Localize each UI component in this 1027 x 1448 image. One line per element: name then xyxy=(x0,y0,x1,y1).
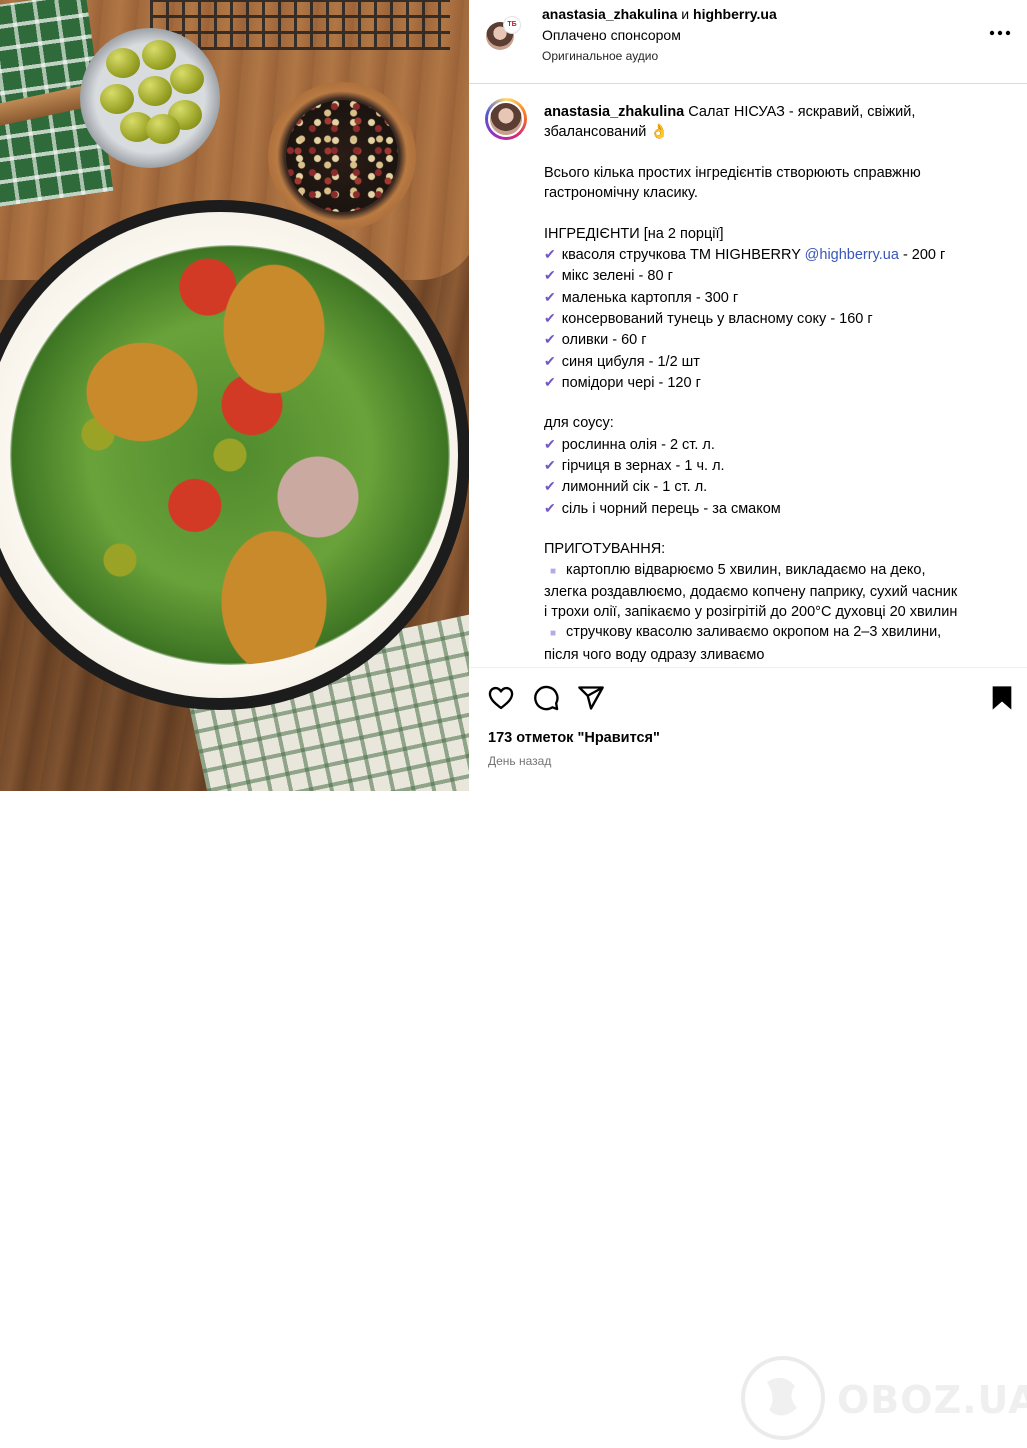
peppercorn-bowl xyxy=(268,82,416,230)
ingredient-text: синя цибуля - 1/2 шт xyxy=(561,353,700,370)
sauce-text: гірчиця в зернах - 1 ч. л. xyxy=(561,458,725,475)
step-continuation: і трохи олії, запікаємо у розігрітій до … xyxy=(544,604,958,621)
bullet-icon: ■ xyxy=(550,628,557,640)
likes-count[interactable]: 173 отметок "Нравится" xyxy=(488,730,660,746)
ingredient-item: ✔ оливки - 60 г xyxy=(544,329,999,350)
sauce-item: ✔ рослинна олія - 2 ст. л. xyxy=(544,434,999,455)
actions-bar: 173 отметок "Нравится" День назад OBOZ.U… xyxy=(469,667,1027,1440)
check-icon: ✔ xyxy=(544,457,556,474)
audio-link[interactable]: Оригинальное аудио xyxy=(542,49,658,63)
ingredient-item: ✔ помідори чері - 120 г xyxy=(544,372,999,393)
sauce-text: рослинна олія - 2 ст. л. xyxy=(561,436,715,453)
olives xyxy=(98,40,208,150)
sauce-heading: для соусу: xyxy=(544,415,614,432)
ingredient-item: ✔ консервований тунець у власному соку - … xyxy=(544,308,999,329)
author-line: anastasia_zhakulina и highberry.ua xyxy=(542,6,777,22)
check-icon: ✔ xyxy=(544,267,556,284)
ingredient-amount: - 200 г xyxy=(898,247,946,264)
caption-intro: Всього кілька простих інгредієнтів створ… xyxy=(544,164,921,202)
globe-icon xyxy=(741,1356,825,1440)
share-icon[interactable] xyxy=(577,684,605,712)
sauce-text: лимонний сік - 1 ст. л. xyxy=(561,479,708,496)
caption-area[interactable]: anastasia_zhakulina Салат НІСУАЗ - яскра… xyxy=(469,84,1027,667)
step-continuation: злегка роздавлюємо, додаємо копчену папр… xyxy=(544,583,958,600)
step-continuation: після чого воду одразу зливаємо xyxy=(544,646,765,663)
check-icon: ✔ xyxy=(544,331,556,348)
ingredient-text: оливки - 60 г xyxy=(561,332,647,349)
nicoise-salad xyxy=(10,245,450,665)
watermark: OBOZ.UA xyxy=(737,1356,1027,1448)
step-item: ■ картоплю відварюємо 5 хвилин, викладаєм… xyxy=(544,560,999,582)
ingredient-item: ✔ синя цибуля - 1/2 шт xyxy=(544,351,999,372)
check-icon: ✔ xyxy=(544,435,556,452)
sauce-list: ✔ рослинна олія - 2 ст. л. ✔ гірчиця в зерн… xyxy=(544,434,999,519)
ingredient-item: ✔ квасоля стручкова ТМ HIGHBERRY @highber… xyxy=(544,244,999,265)
sauce-text: сіль і чорний перець - за смаком xyxy=(561,500,781,517)
caption-avatar[interactable] xyxy=(488,101,524,137)
steps-list: ■ картоплю відварюємо 5 хвилин, викладаєм… xyxy=(544,560,999,667)
check-icon: ✔ xyxy=(544,352,556,369)
step-text: стручкову квасолю заливаємо окропом на 2… xyxy=(566,624,942,641)
caption-text: anastasia_zhakulina Салат НІСУАЗ - яскра… xyxy=(544,102,999,667)
post-photo[interactable] xyxy=(0,0,469,791)
caption-username[interactable]: anastasia_zhakulina xyxy=(544,104,684,120)
step-item: ■ стручкову квасолю заливаємо окропом на … xyxy=(544,622,999,644)
ingredients-heading: ІНГРЕДІЄНТИ [на 2 порції] xyxy=(544,225,724,242)
comment-icon[interactable] xyxy=(532,684,560,712)
mention-link[interactable]: @highberry.ua xyxy=(805,247,899,263)
check-icon: ✔ xyxy=(544,499,556,516)
sponsored-label[interactable]: Оплачено спонсором xyxy=(542,27,681,43)
watermark-text: OBOZ.UA xyxy=(837,1378,1027,1422)
check-icon: ✔ xyxy=(544,373,556,390)
more-icon xyxy=(989,30,1011,36)
check-icon: ✔ xyxy=(544,478,556,495)
post-header: ТБ anastasia_zhakulina и highberry.ua Оп… xyxy=(469,0,1027,84)
sauce-item: ✔ лимонний сік - 1 ст. л. xyxy=(544,476,999,497)
ingredient-item: ✔ маленька картопля - 300 г xyxy=(544,287,999,308)
ingredient-text: квасоля стручкова ТМ HIGHBERRY xyxy=(561,247,805,264)
sauce-item: ✔ сіль і чорний перець - за смаком xyxy=(544,498,999,519)
ingredient-text: консервований тунець у власному соку - 1… xyxy=(561,310,873,327)
coauthor-logo[interactable]: ТБ xyxy=(503,16,521,34)
and-word: и xyxy=(681,6,690,22)
ingredient-text: маленька картопля - 300 г xyxy=(561,289,739,306)
ingredients-list: ✔ квасоля стручкова ТМ HIGHBERRY @highber… xyxy=(544,244,999,393)
post-panel: ТБ anastasia_zhakulina и highberry.ua Оп… xyxy=(469,0,1027,1440)
bullet-icon: ■ xyxy=(550,565,557,577)
more-options-button[interactable] xyxy=(987,20,1013,46)
check-icon: ✔ xyxy=(544,246,556,263)
ingredient-text: мікс зелені - 80 г xyxy=(561,268,673,285)
coauthor-link[interactable]: highberry.ua xyxy=(693,6,777,22)
sauce-item: ✔ гірчиця в зернах - 1 ч. л. xyxy=(544,455,999,476)
check-icon: ✔ xyxy=(544,309,556,326)
ingredient-text: помідори чері - 120 г xyxy=(561,374,701,391)
post-time[interactable]: День назад xyxy=(488,754,551,768)
steps-heading: ПРИГОТУВАННЯ: xyxy=(544,541,666,558)
heart-icon[interactable] xyxy=(487,684,515,712)
bookmark-icon[interactable] xyxy=(988,684,1016,712)
step-text: картоплю відварюємо 5 хвилин, викладаємо… xyxy=(566,561,926,578)
author-link[interactable]: anastasia_zhakulina xyxy=(542,6,677,22)
check-icon: ✔ xyxy=(544,288,556,305)
ingredient-item: ✔ мікс зелені - 80 г xyxy=(544,265,999,286)
